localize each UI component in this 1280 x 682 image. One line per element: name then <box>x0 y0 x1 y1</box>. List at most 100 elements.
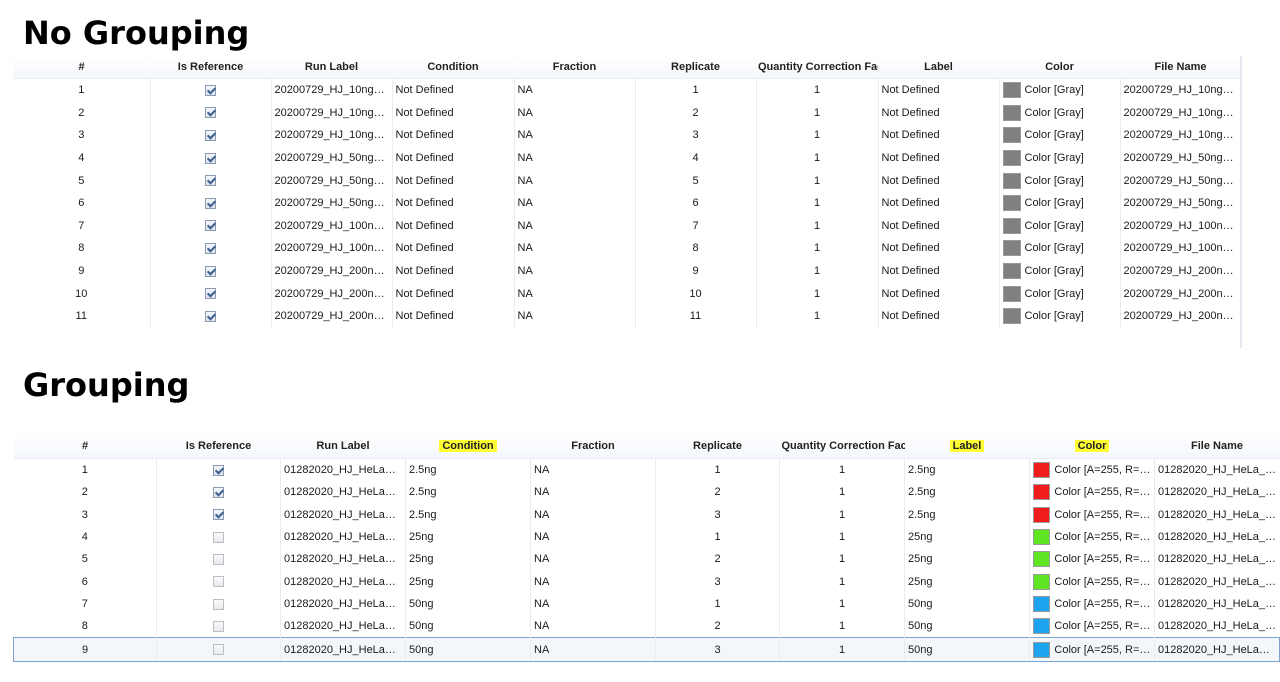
fraction-cell[interactable]: NA <box>513 78 635 102</box>
color-cell[interactable]: Color [Gray] <box>998 101 1120 125</box>
file-name-cell[interactable]: 01282020_HJ_HeLa_O... <box>1154 481 1280 504</box>
table-row[interactable]: 8 01282020_HJ_HeLa_O... 50ng NA 2 1 50ng Color … <box>14 615 1280 638</box>
color-cell[interactable]: Color [Gray] <box>998 237 1120 260</box>
column-header-file-name[interactable]: File Name <box>1154 433 1280 459</box>
fraction-cell[interactable]: NA <box>530 503 656 526</box>
fraction-cell[interactable]: NA <box>513 101 635 125</box>
replicate-cell[interactable]: 2 <box>634 101 756 125</box>
replicate-cell[interactable]: 3 <box>655 503 780 526</box>
fraction-cell[interactable]: NA <box>513 237 635 260</box>
table-row[interactable]: 4 01282020_HJ_HeLa_O... 25ng NA 1 1 25ng Color … <box>14 525 1280 549</box>
condition-cell[interactable]: Not Defined <box>391 214 514 238</box>
file-name-cell[interactable]: 20200729_HJ_200ngO... <box>1119 282 1241 305</box>
color-cell[interactable]: Color [A=255, R=2... <box>1029 481 1155 504</box>
is-reference-checkbox[interactable] <box>205 107 216 119</box>
column-header-quantity-correction-factor[interactable]: Quantity Correction Fac... <box>779 433 905 459</box>
label-cell[interactable]: 25ng <box>904 570 1030 593</box>
color-cell[interactable]: Color [Gray] <box>998 124 1120 147</box>
fraction-cell[interactable]: NA <box>530 548 656 571</box>
row-number-cell[interactable]: 8 <box>13 237 150 260</box>
quantity-correction-cell[interactable]: 1 <box>755 304 878 328</box>
table-row[interactable]: 1 20200729_HJ_10ngOva... Not Defined NA 1 1 No… <box>13 78 1241 102</box>
is-reference-checkbox[interactable] <box>213 598 224 610</box>
row-number-cell[interactable]: 5 <box>13 169 150 192</box>
fraction-cell[interactable]: NA <box>530 592 656 616</box>
table-row[interactable]: 9 20200729_HJ_200ngOv... Not Defined NA 9 1 No… <box>13 259 1241 283</box>
quantity-correction-cell[interactable]: 1 <box>755 169 878 192</box>
condition-cell[interactable]: Not Defined <box>391 259 514 283</box>
color-cell[interactable]: Color [Gray] <box>998 191 1120 215</box>
table-row[interactable]: 4 20200729_HJ_50ngOva... Not Defined NA 4 1 No… <box>13 146 1241 170</box>
file-name-cell[interactable]: 20200729_HJ_10ngOv... <box>1119 101 1241 125</box>
is-reference-checkbox[interactable] <box>205 84 216 96</box>
table-row[interactable]: 9 01282020_HJ_HeLa_O... 50ng NA 3 1 50ng Color … <box>13 637 1280 662</box>
row-number-cell[interactable]: 2 <box>13 102 150 125</box>
color-cell[interactable]: Color [Gray] <box>998 304 1120 328</box>
run-label-cell[interactable]: 01282020_HJ_HeLa_O... <box>280 458 406 482</box>
file-name-cell[interactable]: 01282020_HJ_HeLa_O... <box>1154 637 1280 662</box>
quantity-correction-cell[interactable]: 1 <box>779 592 905 616</box>
column-header-run-label[interactable]: Run Label <box>280 433 406 459</box>
replicate-cell[interactable]: 11 <box>634 304 756 328</box>
run-label-cell[interactable]: 20200729_HJ_50ngOva... <box>270 191 392 215</box>
condition-cell[interactable]: Not Defined <box>391 191 514 215</box>
file-name-cell[interactable]: 01282020_HJ_HeLa_O... <box>1154 615 1280 638</box>
column-header-fraction[interactable]: Fraction <box>530 433 656 459</box>
fraction-cell[interactable]: NA <box>530 458 656 482</box>
condition-cell[interactable]: 50ng <box>405 592 531 616</box>
condition-cell[interactable]: 50ng <box>405 637 531 662</box>
fraction-cell[interactable]: NA <box>513 304 635 328</box>
replicate-cell[interactable]: 10 <box>634 282 756 305</box>
fraction-cell[interactable]: NA <box>513 191 635 215</box>
column-header-number[interactable]: # <box>13 433 157 459</box>
condition-cell[interactable]: Not Defined <box>391 101 514 125</box>
file-name-cell[interactable]: 01282020_HJ_HeLa_O... <box>1154 503 1280 526</box>
is-reference-checkbox[interactable] <box>205 175 216 187</box>
color-cell[interactable]: Color [A=255, R=9... <box>1029 548 1155 571</box>
table-row[interactable]: 1120200729_HJ_200ngOv...Not DefinedNA111… <box>13 304 1241 328</box>
table-row[interactable]: 7 01282020_HJ_HeLa_O... 50ng NA 1 1 50ng Color … <box>14 592 1280 616</box>
row-number-cell[interactable]: 3 <box>14 504 157 526</box>
row-number-cell[interactable]: 1 <box>13 79 150 102</box>
color-cell[interactable]: Color [A=255, R=2... <box>1029 503 1155 526</box>
run-label-cell[interactable]: 20200729_HJ_200ngOv... <box>270 259 392 283</box>
run-label-cell[interactable]: 20200729_HJ_50ngOva... <box>270 169 392 192</box>
fraction-cell[interactable]: NA <box>530 637 656 662</box>
row-number-cell[interactable]: 1 <box>14 459 157 482</box>
column-header-label[interactable]: Label <box>878 56 999 79</box>
row-number-cell[interactable]: 6 <box>14 570 157 592</box>
quantity-correction-cell[interactable]: 1 <box>755 78 878 102</box>
run-label-cell[interactable]: 20200729_HJ_10ngOva... <box>270 124 392 147</box>
run-label-cell[interactable]: 01282020_HJ_HeLa_O... <box>280 525 406 549</box>
label-cell[interactable]: Not Defined <box>877 282 999 305</box>
fraction-cell[interactable]: NA <box>530 525 656 549</box>
quantity-correction-cell[interactable]: 1 <box>779 570 905 593</box>
row-number-cell[interactable]: 10 <box>13 282 150 305</box>
is-reference-checkbox[interactable] <box>205 288 216 300</box>
is-reference-checkbox[interactable] <box>205 152 216 164</box>
fraction-cell[interactable]: NA <box>513 124 635 147</box>
quantity-correction-cell[interactable]: 1 <box>779 637 905 662</box>
run-label-cell[interactable]: 01282020_HJ_HeLa_O... <box>280 548 406 571</box>
label-cell[interactable]: 25ng <box>904 525 1030 549</box>
run-label-cell[interactable]: 01282020_HJ_HeLa_O... <box>280 592 406 616</box>
row-number-cell[interactable]: 7 <box>13 215 150 238</box>
file-name-cell[interactable]: 20200729_HJ_100ngO... <box>1119 237 1241 260</box>
fraction-cell[interactable]: NA <box>513 259 635 283</box>
quantity-correction-cell[interactable]: 1 <box>755 214 878 238</box>
color-cell[interactable]: Color [A=255, R=9... <box>1029 525 1155 549</box>
table-row[interactable]: 6 01282020_HJ_HeLa_O... 25ng NA 3 1 25ng Color … <box>14 570 1280 593</box>
quantity-correction-cell[interactable]: 1 <box>779 615 905 638</box>
color-cell[interactable]: Color [Gray] <box>998 78 1120 102</box>
table-row[interactable]: 1 01282020_HJ_HeLa_O... 2.5ng NA 1 1 2.5ng Colo… <box>14 458 1280 482</box>
fraction-cell[interactable]: NA <box>513 169 635 192</box>
file-name-cell[interactable]: 01282020_HJ_HeLa_O... <box>1154 458 1280 482</box>
condition-cell[interactable]: 2.5ng <box>405 458 531 482</box>
label-cell[interactable]: Not Defined <box>877 214 999 238</box>
is-reference-checkbox[interactable] <box>213 576 224 588</box>
column-header-color[interactable]: Color <box>999 56 1120 79</box>
row-number-cell[interactable]: 7 <box>14 593 157 615</box>
condition-cell[interactable]: Not Defined <box>391 78 514 102</box>
table-row[interactable]: 8 20200729_HJ_100ngOv... Not Defined NA 8 1 No… <box>13 237 1241 260</box>
fraction-cell[interactable]: NA <box>513 146 635 170</box>
